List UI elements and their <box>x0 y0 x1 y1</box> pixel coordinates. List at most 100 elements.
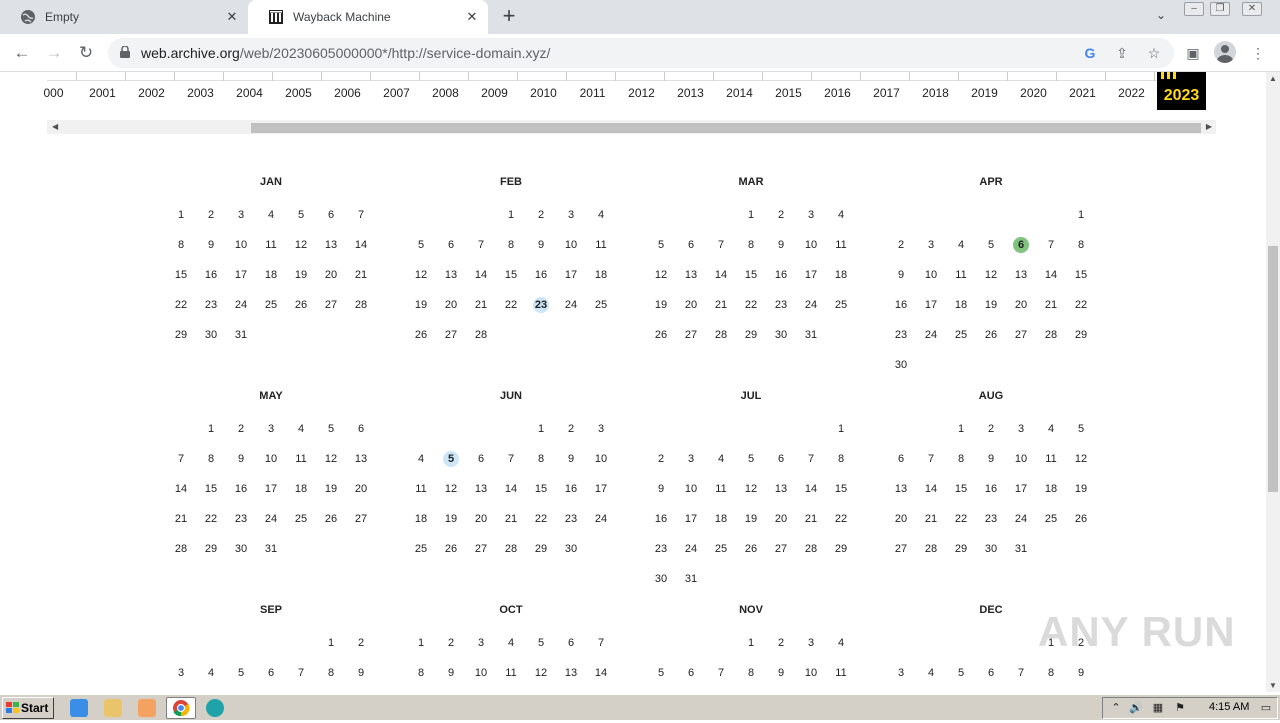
close-window-button[interactable]: ✕ <box>1242 2 1262 16</box>
calendar-day: 19 <box>414 299 428 311</box>
calendar-day: 23 <box>564 513 578 525</box>
calendar-day: 14 <box>714 269 728 281</box>
calendar-day: 31 <box>1014 543 1028 555</box>
side-panel-icon[interactable]: ▣ <box>1183 43 1203 63</box>
file-explorer-icon[interactable] <box>104 699 122 717</box>
tab-wayback-machine[interactable]: Wayback Machine ✕ <box>248 0 488 34</box>
year-2011[interactable]: 2011 <box>568 86 617 100</box>
year-2003[interactable]: 2003 <box>176 86 225 100</box>
scrollbar-thumb[interactable] <box>251 123 1201 133</box>
calendar-day: 5 <box>327 423 335 435</box>
calendar-day: 10 <box>684 483 698 495</box>
capture-day[interactable]: 5 <box>436 444 466 474</box>
capture-day[interactable]: 23 <box>526 290 556 320</box>
share-icon[interactable]: ⇪ <box>1113 44 1131 62</box>
forward-arrow-icon[interactable]: → <box>42 41 66 65</box>
close-tab-icon[interactable]: ✕ <box>464 9 480 25</box>
calendar-day: 17 <box>234 269 248 281</box>
year-000[interactable]: 000 <box>29 86 78 100</box>
calendar-day: 6 <box>897 453 905 465</box>
year-2004[interactable]: 2004 <box>225 86 274 100</box>
calendar-day: 1 <box>417 637 425 649</box>
year-2010[interactable]: 2010 <box>519 86 568 100</box>
calendar-day: 9 <box>657 483 665 495</box>
calendar-day: 14 <box>1044 269 1058 281</box>
close-tab-icon[interactable]: ✕ <box>224 9 240 25</box>
calendar-day: 8 <box>957 453 965 465</box>
show-desktop-icon[interactable]: ▭ <box>1259 701 1273 715</box>
profile-avatar[interactable] <box>1214 41 1236 63</box>
year-2016[interactable]: 2016 <box>813 86 862 100</box>
calendar-day: 24 <box>1014 513 1028 525</box>
year-label: 2009 <box>481 86 508 100</box>
year-label: 000 <box>43 86 64 100</box>
year-tick <box>909 72 910 81</box>
scroll-up-arrow-icon[interactable]: ▲ <box>1269 74 1277 83</box>
calendar-day: 12 <box>324 453 338 465</box>
scroll-right-arrow-icon[interactable]: ▶ <box>1206 122 1212 131</box>
google-icon[interactable]: G <box>1081 44 1099 62</box>
calendar-day: 7 <box>297 667 305 679</box>
year-2006[interactable]: 2006 <box>323 86 372 100</box>
year-2020[interactable]: 2020 <box>1009 86 1058 100</box>
start-button[interactable]: Start <box>2 697 54 719</box>
calendar-day: 8 <box>327 667 335 679</box>
scroll-left-arrow-icon[interactable]: ◀ <box>52 122 58 131</box>
restore-button[interactable]: ❐ <box>1210 2 1230 16</box>
year-tick <box>125 72 126 81</box>
year-2021[interactable]: 2021 <box>1058 86 1107 100</box>
tray-expand-icon[interactable]: ⌃ <box>1109 701 1123 715</box>
tab-empty[interactable]: Empty ✕ <box>0 0 248 34</box>
calendar-day: 28 <box>504 543 518 555</box>
month-title: JAN <box>259 176 282 188</box>
calendar-day: 7 <box>807 453 815 465</box>
scrollbar-thumb[interactable] <box>1268 246 1278 492</box>
year-tick <box>370 72 371 81</box>
year-tick <box>76 72 77 81</box>
horizontal-scrollbar[interactable]: ◀ ▶ <box>47 120 1216 134</box>
bookmark-star-icon[interactable]: ☆ <box>1145 44 1163 62</box>
year-2009[interactable]: 2009 <box>470 86 519 100</box>
year-2012[interactable]: 2012 <box>617 86 666 100</box>
year-2019[interactable]: 2019 <box>960 86 1009 100</box>
calendar-day: 6 <box>687 667 695 679</box>
media-player-icon[interactable] <box>138 699 156 717</box>
year-2015[interactable]: 2015 <box>764 86 813 100</box>
calendar-day: 8 <box>1047 667 1055 679</box>
calendar-day: 1 <box>327 637 335 649</box>
year-2022[interactable]: 2022 <box>1107 86 1156 100</box>
calendar-day: 29 <box>834 543 848 555</box>
edge-icon[interactable] <box>206 699 224 717</box>
flag-icon[interactable]: ⚑ <box>1173 701 1187 715</box>
year-2014[interactable]: 2014 <box>715 86 764 100</box>
new-tab-button[interactable]: + <box>498 5 520 28</box>
calendar-day: 9 <box>777 239 785 251</box>
year-2013[interactable]: 2013 <box>666 86 715 100</box>
reload-icon[interactable]: ↻ <box>74 41 98 65</box>
url-text[interactable]: web.archive.org/web/20230605000000*/http… <box>141 45 550 61</box>
volume-icon[interactable]: 🔊 <box>1129 701 1143 715</box>
capture-day[interactable]: 6 <box>1006 230 1036 260</box>
address-bar[interactable]: web.archive.org/web/20230605000000*/http… <box>108 38 1174 68</box>
chrome-taskbar-button[interactable] <box>166 697 196 719</box>
year-2018[interactable]: 2018 <box>911 86 960 100</box>
calendar-day: 16 <box>774 269 788 281</box>
back-arrow-icon[interactable]: ← <box>10 41 34 65</box>
year-2005[interactable]: 2005 <box>274 86 323 100</box>
menu-kebab-icon[interactable]: ⋮ <box>1248 43 1268 63</box>
minimize-button[interactable]: – <box>1184 2 1204 16</box>
year-2002[interactable]: 2002 <box>127 86 176 100</box>
year-2023[interactable]: 2023 <box>1157 72 1206 110</box>
vertical-scrollbar[interactable]: ▲ ▼ <box>1266 72 1280 692</box>
year-2008[interactable]: 2008 <box>421 86 470 100</box>
year-2007[interactable]: 2007 <box>372 86 421 100</box>
network-icon[interactable]: ▦ <box>1151 701 1165 715</box>
calendar-day: 25 <box>264 299 278 311</box>
internet-explorer-icon[interactable] <box>70 699 88 717</box>
year-2017[interactable]: 2017 <box>862 86 911 100</box>
tab-search-chevron-icon[interactable]: ⌄ <box>1152 8 1170 26</box>
scroll-down-arrow-icon[interactable]: ▼ <box>1269 681 1277 690</box>
year-2001[interactable]: 2001 <box>78 86 127 100</box>
calendar-day: 18 <box>1044 483 1058 495</box>
calendar-day: 4 <box>717 453 725 465</box>
